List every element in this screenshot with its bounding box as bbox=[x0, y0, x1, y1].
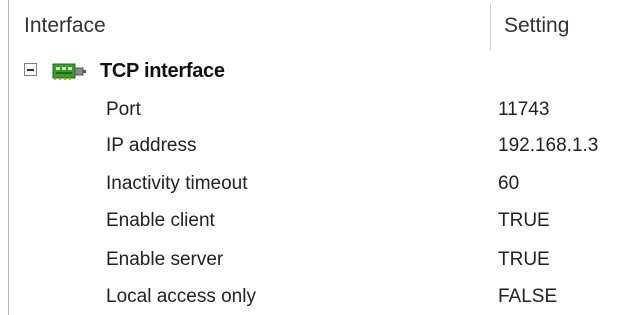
property-grid: Interface Setting TCP interface Port 117… bbox=[0, 0, 617, 315]
property-value[interactable]: 192.168.1.3 bbox=[498, 128, 598, 164]
column-header-setting[interactable]: Setting bbox=[504, 6, 569, 46]
property-row-enable-server[interactable]: Enable server TRUE bbox=[0, 242, 617, 278]
property-name: IP address bbox=[106, 135, 197, 156]
property-value[interactable]: TRUE bbox=[498, 203, 550, 239]
column-header-interface[interactable]: Interface bbox=[24, 6, 106, 46]
property-row-inactivity-timeout[interactable]: Inactivity timeout 60 bbox=[0, 166, 617, 202]
group-row-tcp-interface[interactable]: TCP interface bbox=[0, 53, 617, 89]
collapse-icon[interactable] bbox=[24, 63, 37, 76]
property-row-port[interactable]: Port 11743 bbox=[0, 92, 617, 128]
tcp-network-card-icon bbox=[52, 63, 86, 80]
property-name: Enable server bbox=[106, 249, 224, 270]
property-name: Inactivity timeout bbox=[106, 173, 248, 194]
property-value[interactable]: 60 bbox=[498, 166, 519, 202]
property-name: Enable client bbox=[106, 210, 215, 231]
property-name: Local access only bbox=[106, 286, 256, 307]
property-value[interactable]: 11743 bbox=[498, 92, 549, 128]
property-value[interactable]: FALSE bbox=[498, 279, 557, 315]
property-row-enable-client[interactable]: Enable client TRUE bbox=[0, 203, 617, 239]
property-value[interactable]: TRUE bbox=[498, 242, 550, 278]
column-header-divider[interactable] bbox=[490, 4, 491, 50]
group-label: TCP interface bbox=[100, 59, 225, 82]
property-row-local-access-only[interactable]: Local access only FALSE bbox=[0, 279, 617, 315]
property-row-ip-address[interactable]: IP address 192.168.1.3 bbox=[0, 128, 617, 164]
property-name: Port bbox=[106, 99, 141, 120]
